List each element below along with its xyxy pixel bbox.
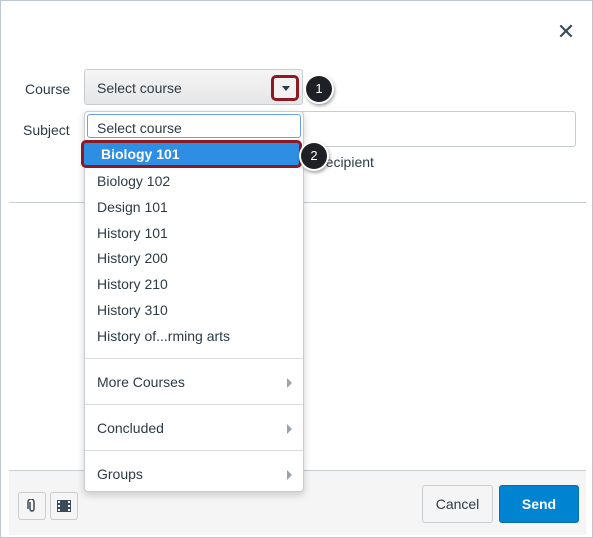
menu-item-select-course[interactable]: Select course <box>97 118 182 138</box>
menu-separator <box>85 358 303 359</box>
menu-item-history-310[interactable]: History 310 <box>97 300 168 320</box>
send-button[interactable]: Send <box>499 485 579 523</box>
callout-1: 1 <box>306 76 332 102</box>
subject-label: Subject <box>23 122 70 138</box>
chevron-right-icon <box>287 470 292 480</box>
paperclip-icon <box>27 498 35 512</box>
menu-item-concluded[interactable]: Concluded <box>97 418 164 438</box>
media-button[interactable] <box>50 492 78 520</box>
chevron-right-icon <box>287 424 292 434</box>
caret-down-icon <box>282 86 290 91</box>
course-select-value: Select course <box>97 80 182 96</box>
course-label: Course <box>25 81 71 97</box>
menu-item-design-101[interactable]: Design 101 <box>97 197 168 217</box>
cancel-button[interactable]: Cancel <box>422 485 493 523</box>
menu-separator <box>85 450 303 451</box>
recipient-text: recipient <box>321 154 374 170</box>
menu-item-history-210[interactable]: History 210 <box>97 274 168 294</box>
menu-item-history-of-performing-arts[interactable]: History of...rming arts <box>97 326 230 346</box>
menu-item-groups[interactable]: Groups <box>97 464 143 484</box>
menu-separator <box>85 404 303 405</box>
menu-item-biology-102[interactable]: Biology 102 <box>97 171 170 191</box>
chevron-right-icon <box>287 378 292 388</box>
callout-2: 2 <box>301 143 327 169</box>
film-icon <box>57 500 71 512</box>
course-dropdown-menu: Select course Biology 101 Biology 102 De… <box>81 111 304 492</box>
attach-button[interactable] <box>18 492 46 520</box>
menu-item-biology-101[interactable]: Biology 101 <box>81 140 302 168</box>
menu-item-history-200[interactable]: History 200 <box>97 248 168 268</box>
menu-item-more-courses[interactable]: More Courses <box>97 372 185 392</box>
menu-item-history-101[interactable]: History 101 <box>97 223 168 243</box>
compose-dialog: ✕ Course Select course 1 Subject recipie… <box>0 0 593 538</box>
course-dropdown-button[interactable] <box>271 75 299 101</box>
close-icon[interactable]: ✕ <box>556 20 576 44</box>
